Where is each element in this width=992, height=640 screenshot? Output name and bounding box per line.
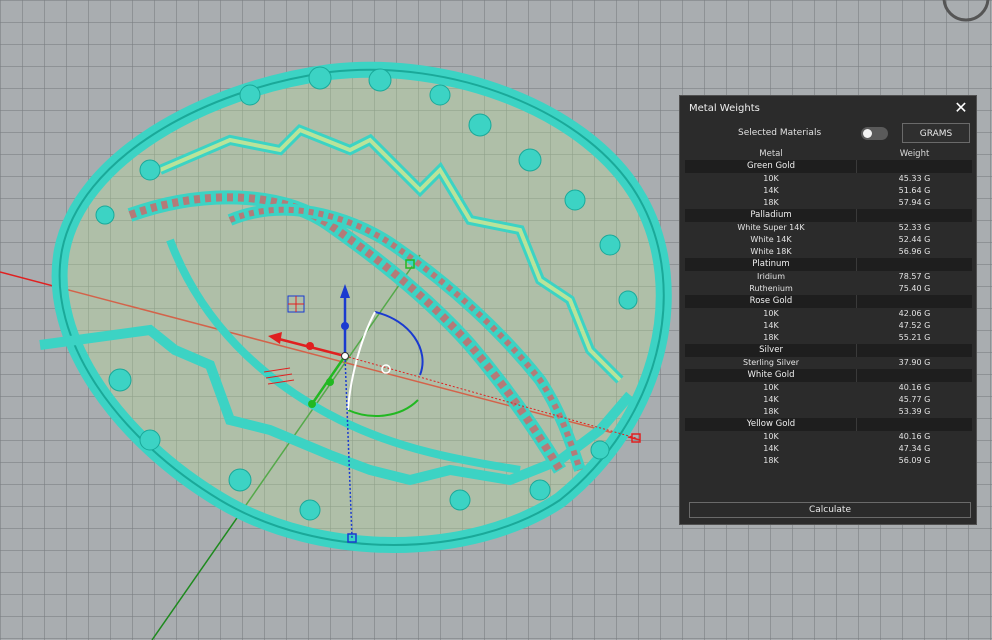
metal-cell: 14K <box>763 395 779 404</box>
metal-cell: 10K <box>763 309 779 318</box>
metal-cell: White Super 14K <box>737 223 805 232</box>
group-header-row: Platinum <box>685 258 972 271</box>
table-row: 18K 57.94 G <box>685 197 972 209</box>
group-name: Platinum <box>752 259 790 269</box>
metal-cell: 18K <box>763 456 779 465</box>
view-navigator-icon[interactable] <box>942 0 990 22</box>
table-row: 18K 56.09 G <box>685 455 972 467</box>
table-row: Sterling Silver 37.90 G <box>685 357 972 369</box>
table-row: 14K 45.77 G <box>685 394 972 406</box>
metal-cell: 10K <box>763 174 779 183</box>
weight-cell: 57.94 G <box>898 198 931 207</box>
table-row: Iridium 78.57 G <box>685 271 972 283</box>
group-header-row: Green Gold <box>685 160 972 173</box>
table-row: 10K 45.33 G <box>685 173 972 185</box>
column-header-weight: Weight <box>899 149 930 159</box>
panel-title: Metal Weights <box>689 103 760 114</box>
table-row: 10K 42.06 G <box>685 308 972 320</box>
toggle-knob <box>863 129 872 138</box>
weight-cell: 42.06 G <box>898 309 931 318</box>
ring-outer-band[interactable] <box>39 61 672 553</box>
group-header-row: Palladium <box>685 209 972 222</box>
weight-cell: 47.34 G <box>898 444 931 453</box>
panel-header: Metal Weights ✕ <box>680 96 976 122</box>
metal-cell: 10K <box>763 432 779 441</box>
column-header-metal: Metal <box>759 149 783 159</box>
weight-cell: 55.21 G <box>898 333 931 342</box>
group-header-row: Yellow Gold <box>685 418 972 431</box>
table-row: White Super 14K 52.33 G <box>685 222 972 234</box>
metal-weights-panel: Metal Weights ✕ Selected Materials GRAMS… <box>679 95 977 525</box>
table-row: White 14K 52.44 G <box>685 234 972 246</box>
weight-cell: 45.33 G <box>898 174 931 183</box>
weight-cell: 78.57 G <box>898 272 931 281</box>
weight-cell: 52.44 G <box>898 235 931 244</box>
group-name: White Gold <box>747 370 795 380</box>
group-name: Palladium <box>750 210 792 220</box>
weight-cell: 56.09 G <box>898 456 931 465</box>
table-row: 14K 51.64 G <box>685 185 972 197</box>
metal-cell: 14K <box>763 444 779 453</box>
weight-cell: 45.77 G <box>898 395 931 404</box>
weight-cell: 40.16 G <box>898 432 931 441</box>
weight-cell: 51.64 G <box>898 186 931 195</box>
metal-cell: 14K <box>763 321 779 330</box>
weight-cell: 52.33 G <box>898 223 931 232</box>
units-button[interactable]: GRAMS <box>902 123 970 143</box>
weight-cell: 37.90 G <box>898 358 931 367</box>
weight-cell: 53.39 G <box>898 407 931 416</box>
metal-cell: 10K <box>763 383 779 392</box>
group-name: Silver <box>759 345 783 355</box>
metal-cell: 18K <box>763 407 779 416</box>
table-body: Green Gold 10K 45.33 G 14K 51.64 G 18K 57.94 G… <box>685 160 972 467</box>
metal-cell: Sterling Silver <box>742 358 800 367</box>
group-name: Rose Gold <box>749 296 793 306</box>
weight-cell: 47.52 G <box>898 321 931 330</box>
selected-materials-label: Selected Materials <box>738 128 822 138</box>
metal-cell: 18K <box>763 333 779 342</box>
weight-cell: 56.96 G <box>898 247 931 256</box>
metal-cell: White 14K <box>750 235 792 244</box>
group-header-row: Rose Gold <box>685 295 972 308</box>
group-header-row: White Gold <box>685 369 972 382</box>
metal-cell: 18K <box>763 198 779 207</box>
close-button[interactable]: ✕ <box>952 99 970 117</box>
table-header: Metal Weight <box>685 148 972 160</box>
table-row: Ruthenium 75.40 G <box>685 283 972 295</box>
table-row: 14K 47.52 G <box>685 320 972 332</box>
metal-cell: Ruthenium <box>749 284 793 293</box>
table-row: White 18K 56.96 G <box>685 246 972 258</box>
metal-cell: White 18K <box>750 247 792 256</box>
table-row: 18K 55.21 G <box>685 332 972 344</box>
group-header-row: Silver <box>685 344 972 357</box>
close-icon: ✕ <box>954 98 968 117</box>
table-row: 10K 40.16 G <box>685 431 972 443</box>
group-name: Yellow Gold <box>746 419 796 429</box>
metal-weights-table: Metal Weight Green Gold 10K 45.33 G 14K 51.6… <box>685 148 972 467</box>
group-name: Green Gold <box>747 161 795 171</box>
table-row: 10K 40.16 G <box>685 382 972 394</box>
metal-cell: Iridium <box>756 272 786 281</box>
calculate-button[interactable]: Calculate <box>689 502 971 518</box>
table-row: 14K 47.34 G <box>685 443 972 455</box>
selected-materials-toggle[interactable] <box>861 127 888 140</box>
table-row: 18K 53.39 G <box>685 406 972 418</box>
metal-cell: 14K <box>763 186 779 195</box>
weight-cell: 75.40 G <box>898 284 931 293</box>
weight-cell: 40.16 G <box>898 383 931 392</box>
